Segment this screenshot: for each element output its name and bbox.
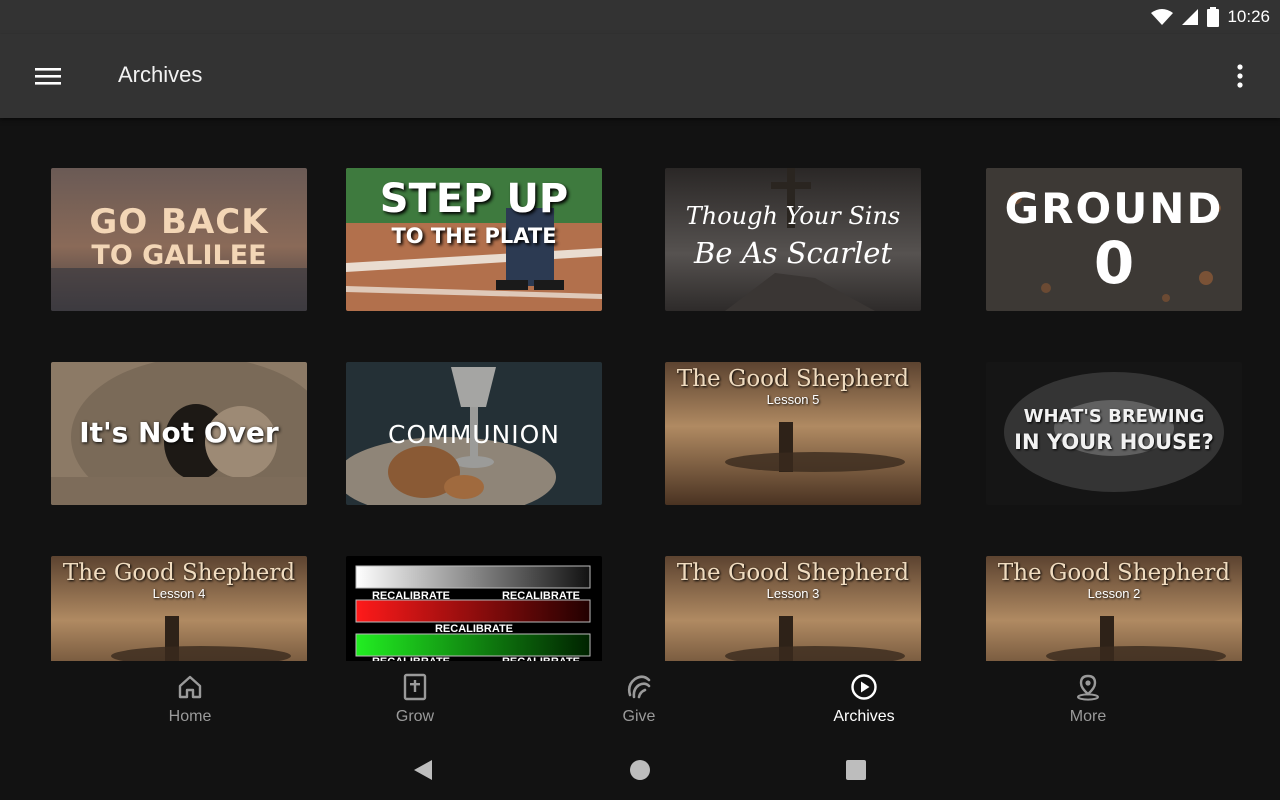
- bottom-navigation: Home Grow Give Archives More: [0, 661, 1280, 741]
- overflow-menu-button[interactable]: [1224, 56, 1256, 96]
- hamburger-menu-icon: [35, 68, 61, 85]
- bible-icon: [403, 673, 427, 701]
- tile-title: The Good Shepherd: [676, 560, 910, 586]
- tile-good-shepherd-2[interactable]: The Good Shepherd Lesson 2: [986, 556, 1242, 661]
- tile-title-repeat: RECALIBRATE: [501, 590, 580, 602]
- nav-label: More: [1069, 708, 1107, 725]
- tile-recalibrate[interactable]: RECALIBRATE RECALIBRATE RECALIBRATE RECA…: [346, 556, 602, 661]
- nav-label: Give: [622, 708, 656, 725]
- tile-subtitle: TO GALILEE: [91, 240, 267, 271]
- tile-subtitle: 0: [1093, 229, 1135, 297]
- app-bar: Archives: [0, 34, 1280, 118]
- nav-label: Home: [168, 708, 212, 725]
- tile-ground-0[interactable]: GROUND 0: [986, 168, 1242, 311]
- nav-label: Grow: [395, 708, 435, 725]
- tile-good-shepherd-4[interactable]: The Good Shepherd Lesson 4: [51, 556, 307, 661]
- nav-archives[interactable]: Archives: [784, 661, 944, 741]
- nav-more[interactable]: More: [1008, 661, 1168, 741]
- home-circle-icon: [630, 760, 650, 780]
- tile-whats-brewing[interactable]: WHAT'S BREWING IN YOUR HOUSE?: [986, 362, 1242, 505]
- home-icon: [178, 675, 202, 699]
- tile-title: The Good Shepherd: [676, 366, 910, 392]
- system-back-button[interactable]: [403, 755, 443, 785]
- tile-title: RECALIBRATE: [371, 590, 450, 602]
- nav-home[interactable]: Home: [110, 661, 270, 741]
- tile-background: [346, 556, 602, 661]
- menu-button[interactable]: [28, 56, 68, 96]
- status-icons: 10:26: [1151, 5, 1270, 29]
- tile-communion[interactable]: COMMUNION: [346, 362, 602, 505]
- give-icon: [627, 675, 651, 699]
- tile-title: The Good Shepherd: [62, 560, 296, 586]
- play-circle-icon: [851, 674, 877, 700]
- tile-its-not-over[interactable]: It's Not Over: [51, 362, 307, 505]
- wifi-icon: [1151, 9, 1174, 25]
- location-pin-icon: [1077, 674, 1099, 701]
- tile-go-back-to-galilee[interactable]: GO BACK TO GALILEE: [51, 168, 307, 311]
- archives-grid: GO BACK TO GALILEE STEP UP TO THE PLATE …: [0, 118, 1280, 661]
- tile-title: It's Not Over: [79, 416, 279, 449]
- tile-title: The Good Shepherd: [997, 560, 1231, 586]
- tile-good-shepherd-5[interactable]: The Good Shepherd Lesson 5: [665, 362, 921, 505]
- tile-subtitle: Be As Scarlet: [693, 236, 893, 270]
- page-title: Archives: [118, 62, 203, 87]
- tile-subtitle: Lesson 5: [766, 392, 820, 407]
- tile-subtitle: IN YOUR HOUSE?: [1014, 430, 1214, 454]
- system-recents-button[interactable]: [836, 755, 876, 785]
- more-vertical-icon: [1237, 64, 1243, 88]
- tile-subtitle: Lesson 3: [766, 586, 820, 601]
- tile-title: COMMUNION: [387, 420, 561, 449]
- tile-good-shepherd-3[interactable]: The Good Shepherd Lesson 3: [665, 556, 921, 661]
- status-time: 10:26: [1227, 7, 1270, 26]
- system-home-button[interactable]: [620, 755, 660, 785]
- tile-subtitle: Lesson 2: [1087, 586, 1141, 601]
- cell-signal-icon: [1182, 9, 1199, 25]
- tile-subtitle: Lesson 4: [152, 586, 206, 601]
- back-triangle-icon: [414, 760, 432, 780]
- status-bar: 10:26: [0, 0, 1280, 34]
- tile-though-your-sins[interactable]: Though Your Sins Be As Scarlet: [665, 168, 921, 311]
- tile-title: STEP UP: [379, 176, 569, 222]
- recents-square-icon: [846, 760, 866, 780]
- tile-title: GROUND: [1004, 184, 1224, 233]
- nav-give[interactable]: Give: [559, 661, 719, 741]
- tile-title-center: RECALIBRATE: [434, 623, 513, 635]
- tile-step-up-to-the-plate[interactable]: STEP UP TO THE PLATE: [346, 168, 602, 311]
- nav-grow[interactable]: Grow: [335, 661, 495, 741]
- tile-title: WHAT'S BREWING: [1023, 406, 1205, 427]
- nav-label: Archives: [833, 708, 895, 725]
- tile-title: GO BACK: [89, 202, 269, 242]
- battery-icon: [1207, 7, 1220, 27]
- system-navigation-bar: [0, 741, 1280, 800]
- tile-subtitle: TO THE PLATE: [391, 224, 557, 248]
- tile-title: Though Your Sins: [685, 202, 901, 230]
